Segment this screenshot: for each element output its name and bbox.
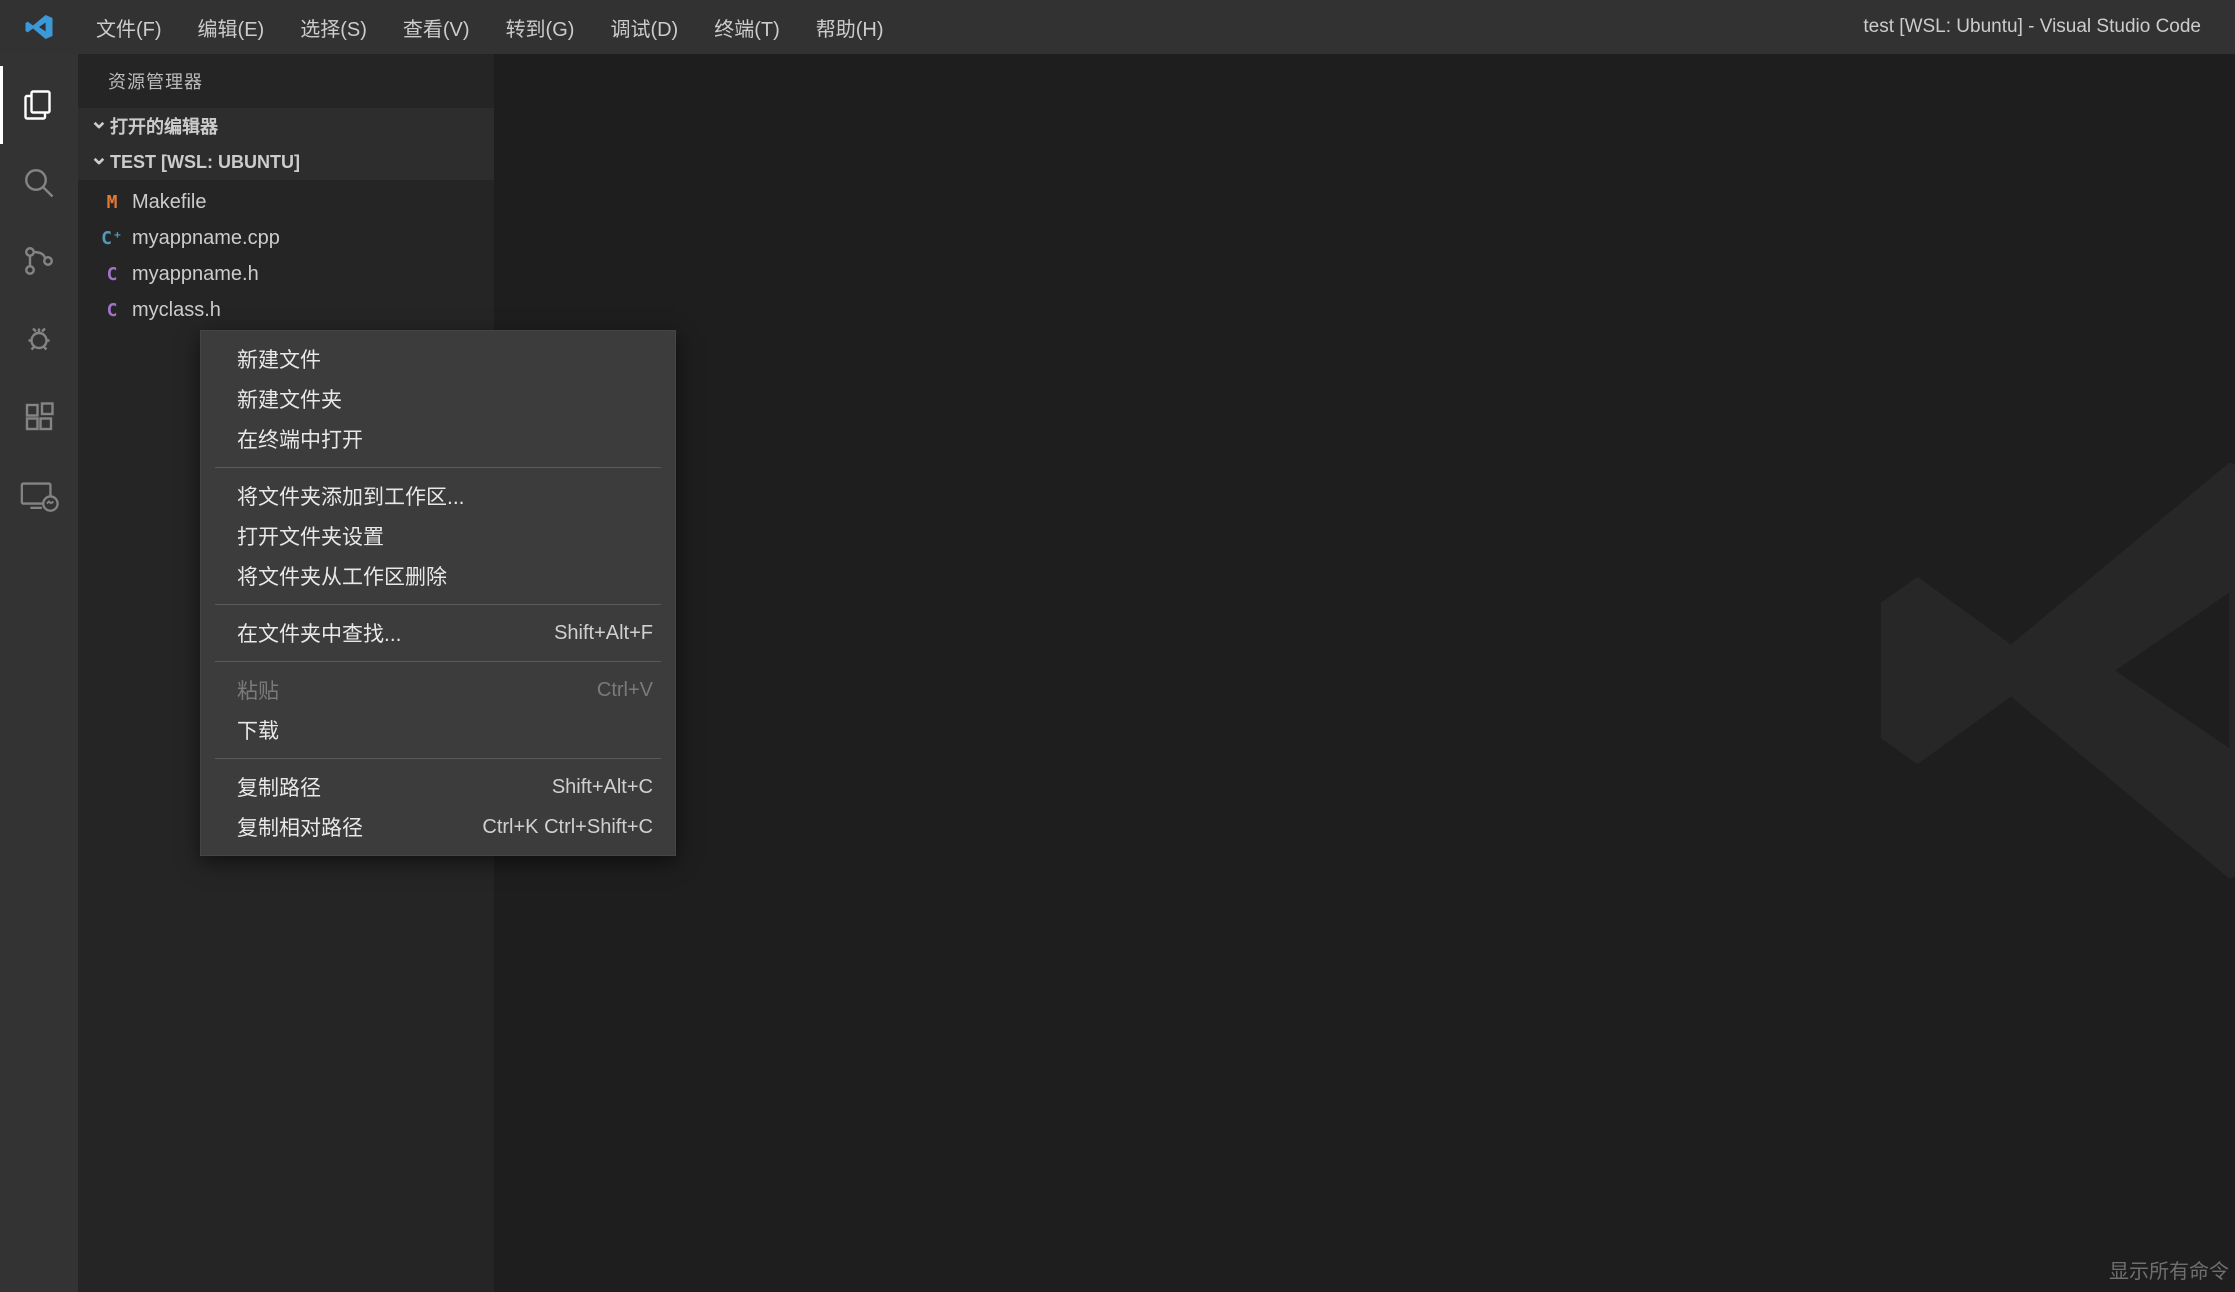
keyboard-shortcut: Ctrl+K Ctrl+Shift+C — [482, 816, 653, 839]
sidebar-title: 资源管理器 — [78, 54, 494, 108]
context-menu-item[interactable]: 将文件夹从工作区删除 — [201, 556, 675, 596]
context-menu-label: 粘贴 — [237, 675, 279, 705]
context-menu-label: 将文件夹从工作区删除 — [237, 561, 447, 591]
context-menu-label: 复制路径 — [237, 772, 321, 802]
context-menu-item[interactable]: 新建文件夹 — [201, 379, 675, 419]
file-type-icon: C — [98, 300, 126, 321]
file-type-icon: C⁺ — [98, 228, 126, 249]
menu-item-4[interactable]: 转到(G) — [488, 0, 593, 54]
context-menu-item[interactable]: 下载 — [201, 710, 675, 750]
menu-item-6[interactable]: 终端(T) — [696, 0, 798, 54]
file-name: myappname.h — [132, 263, 259, 286]
source-control-activity-icon[interactable] — [0, 222, 78, 300]
context-menu-separator — [215, 758, 661, 759]
menu-item-7[interactable]: 帮助(H) — [798, 0, 902, 54]
context-menu-separator — [215, 604, 661, 605]
file-row[interactable]: Cmyappname.h — [78, 256, 494, 292]
open-editors-section[interactable]: 打开的编辑器 — [78, 108, 494, 144]
context-menu-label: 新建文件 — [237, 344, 321, 374]
keyboard-shortcut: Shift+Alt+F — [554, 622, 653, 645]
menu-bar: 文件(F)编辑(E)选择(S)查看(V)转到(G)调试(D)终端(T)帮助(H) — [78, 0, 902, 54]
chevron-down-icon — [88, 113, 110, 139]
workspace-folder-label: TEST [WSL: UBUNTU] — [110, 152, 300, 173]
context-menu-label: 打开文件夹设置 — [237, 521, 384, 551]
file-name: myappname.cpp — [132, 227, 280, 250]
menu-item-0[interactable]: 文件(F) — [78, 0, 180, 54]
file-type-icon: C — [98, 264, 126, 285]
titlebar: 文件(F)编辑(E)选择(S)查看(V)转到(G)调试(D)终端(T)帮助(H)… — [0, 0, 2235, 54]
context-menu-label: 在终端中打开 — [237, 424, 363, 454]
context-menu-separator — [215, 661, 661, 662]
menu-item-2[interactable]: 选择(S) — [282, 0, 385, 54]
editor-area: 显示所有命令 — [494, 54, 2235, 1292]
workspace-folder-section[interactable]: TEST [WSL: UBUNTU] — [78, 144, 494, 180]
file-row[interactable]: C⁺ myappname.cpp — [78, 220, 494, 256]
window-title: test [WSL: Ubuntu] - Visual Studio Code — [902, 16, 2225, 38]
vscode-logo-icon — [0, 0, 78, 54]
file-row[interactable]: M Makefile — [78, 184, 494, 220]
keyboard-shortcut: Shift+Alt+C — [552, 776, 653, 799]
context-menu-label: 下载 — [237, 715, 279, 745]
context-menu-item[interactable]: 在终端中打开 — [201, 419, 675, 459]
context-menu-item: 粘贴 Ctrl+V — [201, 670, 675, 710]
file-name: myclass.h — [132, 299, 221, 322]
context-menu-label: 将文件夹添加到工作区... — [237, 481, 465, 511]
menu-item-1[interactable]: 编辑(E) — [180, 0, 283, 54]
explorer-activity-icon[interactable] — [0, 66, 78, 144]
context-menu-item[interactable]: 新建文件 — [201, 339, 675, 379]
context-menu-item[interactable]: 打开文件夹设置 — [201, 516, 675, 556]
keyboard-shortcut: Ctrl+V — [597, 679, 653, 702]
file-row[interactable]: Cmyclass.h — [78, 292, 494, 328]
open-editors-label: 打开的编辑器 — [110, 113, 218, 139]
context-menu-separator — [215, 467, 661, 468]
chevron-down-icon — [88, 149, 110, 175]
context-menu-item[interactable]: 在文件夹中查找... Shift+Alt+F — [201, 613, 675, 653]
context-menu-label: 新建文件夹 — [237, 384, 342, 414]
show-all-commands-hint: 显示所有命令 — [2109, 1255, 2235, 1284]
extensions-activity-icon[interactable] — [0, 378, 78, 456]
context-menu-label: 在文件夹中查找... — [237, 618, 402, 648]
context-menu-item[interactable]: 复制路径 Shift+Alt+C — [201, 767, 675, 807]
file-tree: MMakefileC⁺myappname.cppCmyappname.hCmyc… — [78, 180, 494, 328]
context-menu-item[interactable]: 复制相对路径 Ctrl+K Ctrl+Shift+C — [201, 807, 675, 847]
remote-activity-icon[interactable] — [0, 456, 78, 534]
activity-bar — [0, 54, 78, 1292]
file-type-icon: M — [98, 192, 126, 213]
context-menu-item[interactable]: 将文件夹添加到工作区... — [201, 476, 675, 516]
debug-activity-icon[interactable] — [0, 300, 78, 378]
search-activity-icon[interactable] — [0, 144, 78, 222]
context-menu-label: 复制相对路径 — [237, 812, 363, 842]
file-name: Makefile — [132, 191, 206, 214]
explorer-context-menu: 新建文件新建文件夹在终端中打开将文件夹添加到工作区... 打开文件夹设置将文件夹从… — [200, 330, 676, 856]
vscode-watermark-icon — [1855, 411, 2235, 936]
menu-item-3[interactable]: 查看(V) — [385, 0, 488, 54]
menu-item-5[interactable]: 调试(D) — [592, 0, 696, 54]
